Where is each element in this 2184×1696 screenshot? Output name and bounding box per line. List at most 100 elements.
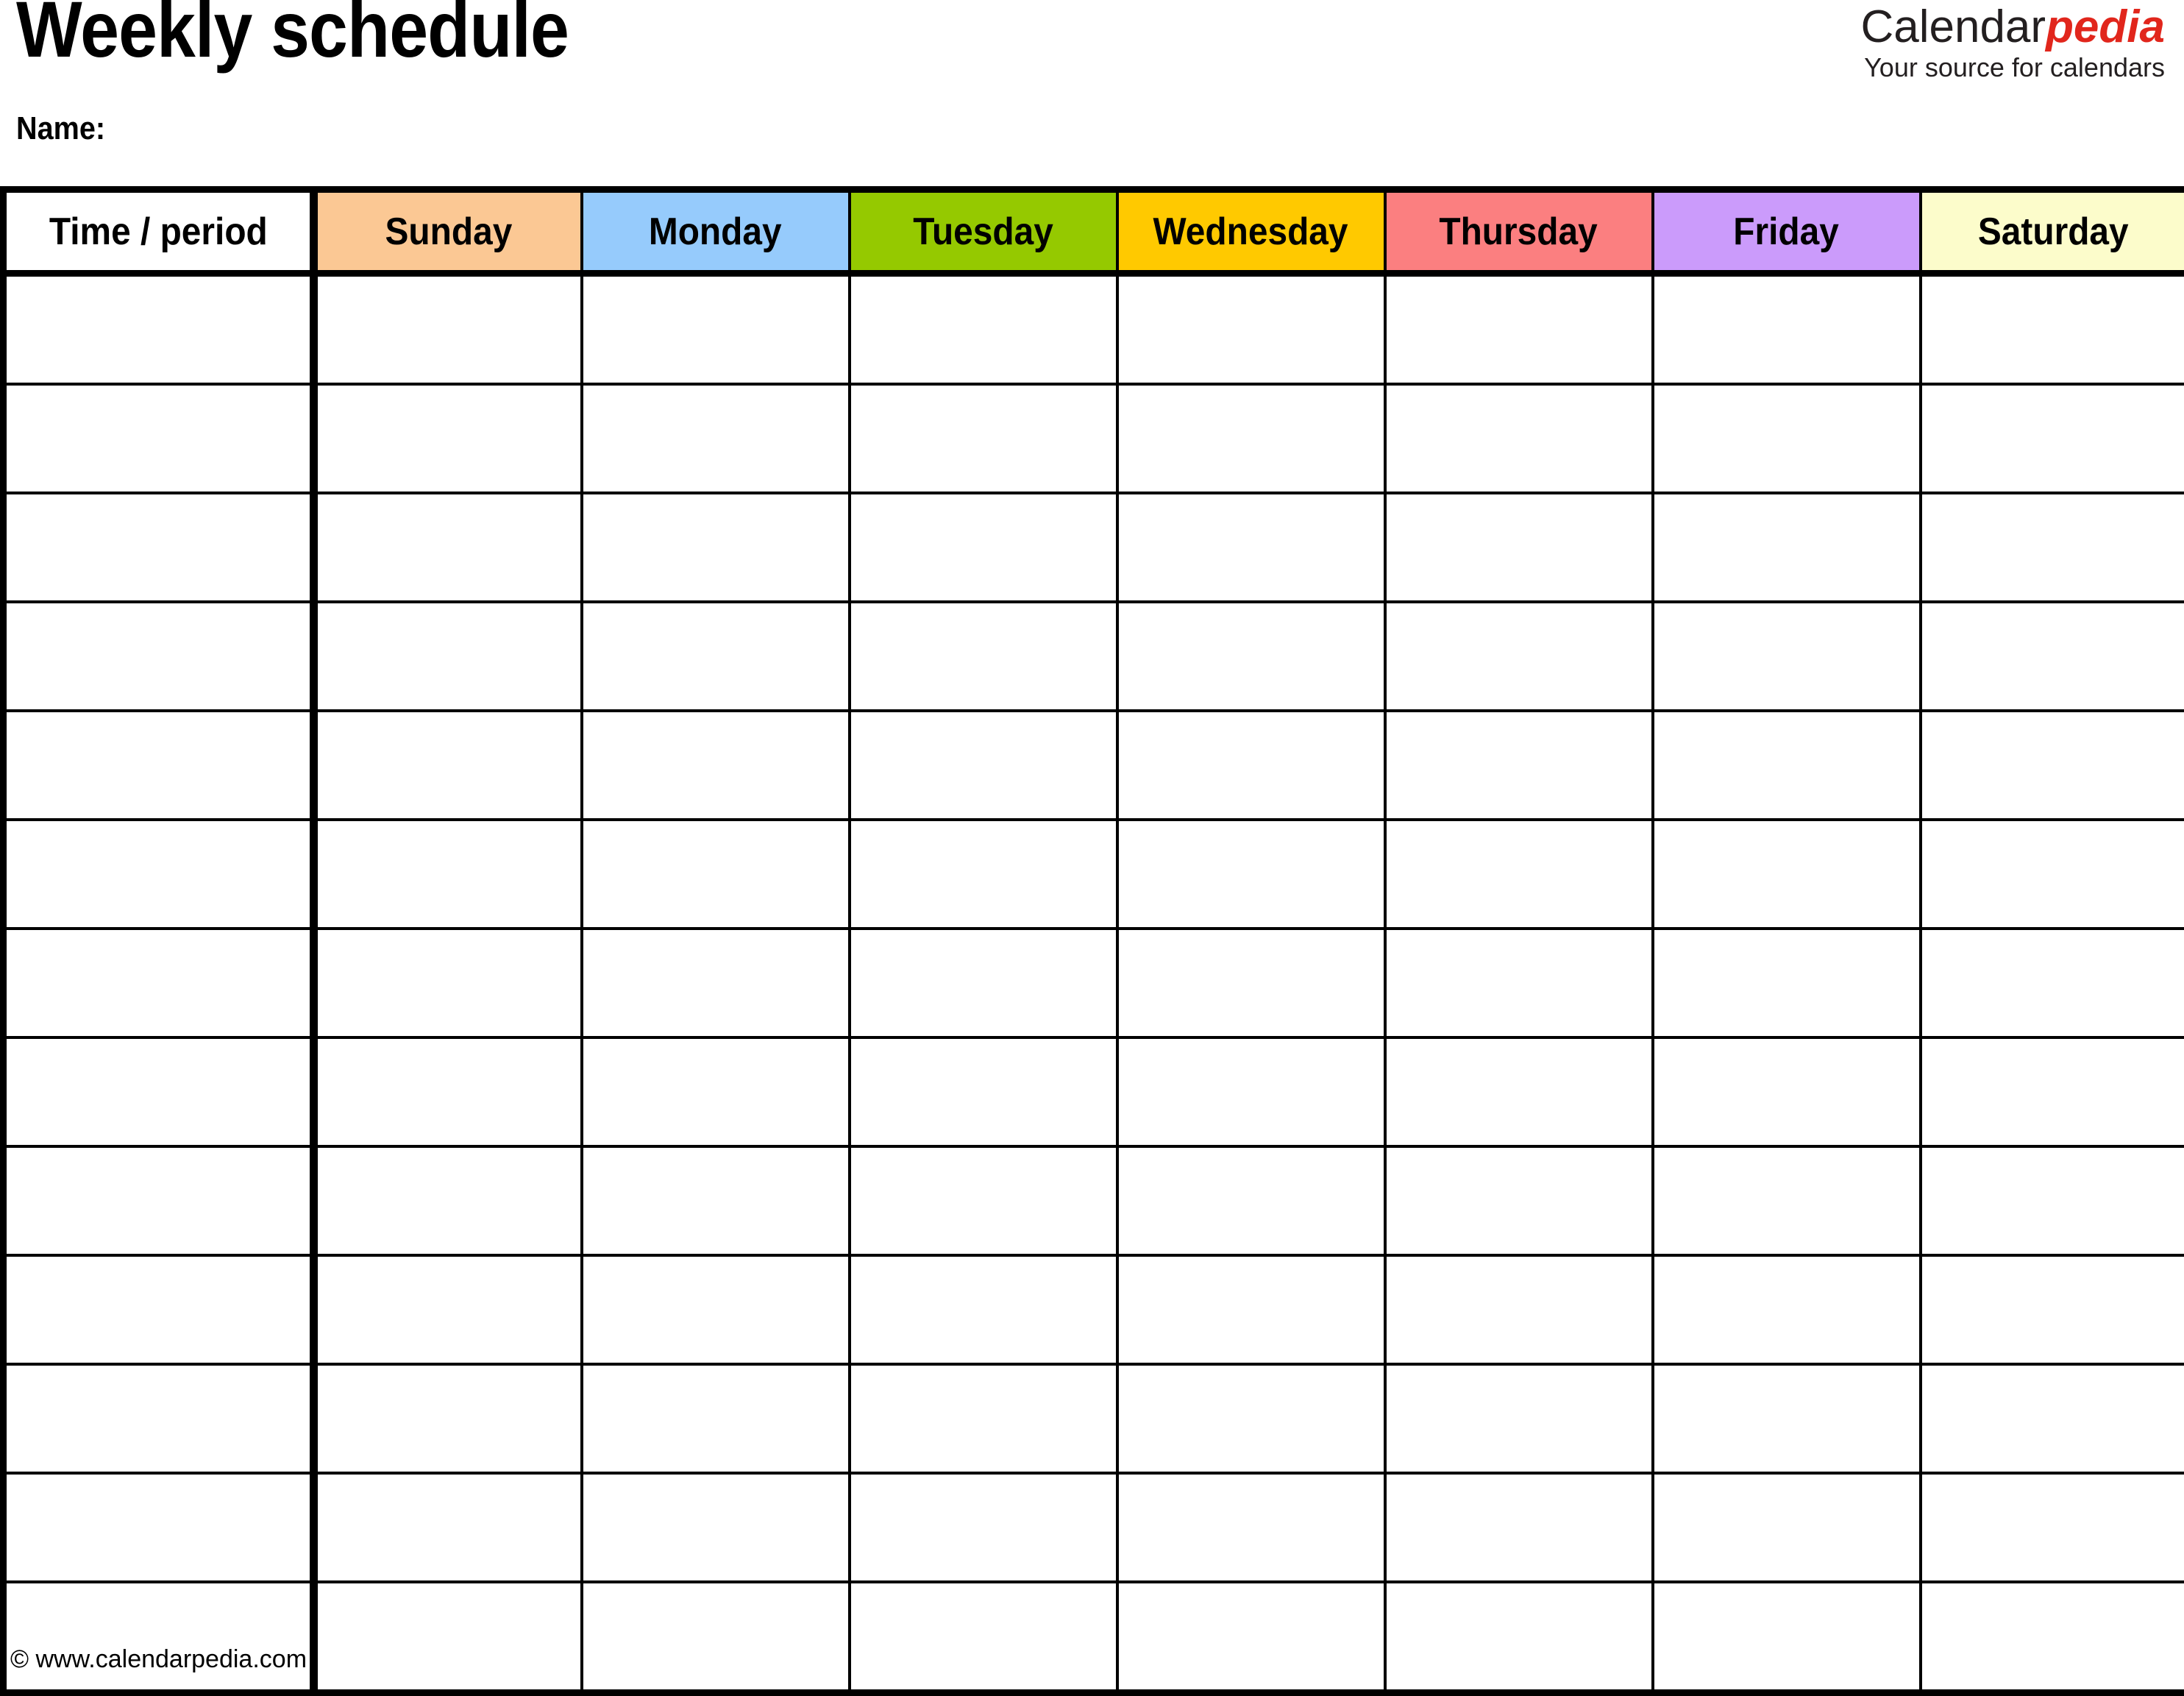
cell-friday[interactable]	[1653, 602, 1921, 711]
cell-time-period[interactable]	[4, 274, 314, 385]
cell-friday[interactable]	[1653, 493, 1921, 602]
cell-friday[interactable]	[1653, 820, 1921, 929]
cell-thursday[interactable]	[1385, 1146, 1653, 1255]
cell-tuesday[interactable]	[850, 1582, 1117, 1693]
cell-wednesday[interactable]	[1117, 1582, 1385, 1693]
cell-thursday[interactable]	[1385, 1255, 1653, 1364]
cell-saturday[interactable]	[1921, 820, 2184, 929]
cell-sunday[interactable]	[314, 711, 582, 820]
cell-saturday[interactable]	[1921, 1364, 2184, 1473]
cell-tuesday[interactable]	[850, 1473, 1117, 1582]
cell-friday[interactable]	[1653, 274, 1921, 385]
cell-time-period[interactable]	[4, 711, 314, 820]
cell-monday[interactable]	[582, 711, 850, 820]
cell-thursday[interactable]	[1385, 929, 1653, 1037]
cell-wednesday[interactable]	[1117, 493, 1385, 602]
cell-saturday[interactable]	[1921, 1146, 2184, 1255]
cell-saturday[interactable]	[1921, 711, 2184, 820]
cell-tuesday[interactable]	[850, 384, 1117, 493]
cell-monday[interactable]	[582, 929, 850, 1037]
cell-tuesday[interactable]	[850, 820, 1117, 929]
cell-sunday[interactable]	[314, 384, 582, 493]
cell-time-period[interactable]	[4, 1037, 314, 1146]
cell-wednesday[interactable]	[1117, 929, 1385, 1037]
cell-sunday[interactable]	[314, 820, 582, 929]
cell-monday[interactable]	[582, 1146, 850, 1255]
cell-sunday[interactable]	[314, 1364, 582, 1473]
cell-saturday[interactable]	[1921, 929, 2184, 1037]
cell-thursday[interactable]	[1385, 493, 1653, 602]
cell-monday[interactable]	[582, 602, 850, 711]
cell-time-period[interactable]	[4, 820, 314, 929]
cell-wednesday[interactable]	[1117, 1037, 1385, 1146]
cell-monday[interactable]	[582, 384, 850, 493]
cell-tuesday[interactable]	[850, 1255, 1117, 1364]
cell-saturday[interactable]	[1921, 274, 2184, 385]
cell-sunday[interactable]	[314, 274, 582, 385]
cell-wednesday[interactable]	[1117, 1364, 1385, 1473]
cell-wednesday[interactable]	[1117, 1255, 1385, 1364]
cell-sunday[interactable]	[314, 1473, 582, 1582]
cell-thursday[interactable]	[1385, 820, 1653, 929]
cell-time-period[interactable]	[4, 493, 314, 602]
cell-sunday[interactable]	[314, 602, 582, 711]
cell-time-period[interactable]	[4, 1582, 314, 1693]
cell-sunday[interactable]	[314, 1255, 582, 1364]
cell-sunday[interactable]	[314, 1037, 582, 1146]
cell-tuesday[interactable]	[850, 929, 1117, 1037]
cell-thursday[interactable]	[1385, 274, 1653, 385]
cell-time-period[interactable]	[4, 384, 314, 493]
cell-time-period[interactable]	[4, 929, 314, 1037]
cell-friday[interactable]	[1653, 1364, 1921, 1473]
cell-tuesday[interactable]	[850, 1146, 1117, 1255]
cell-saturday[interactable]	[1921, 1037, 2184, 1146]
cell-saturday[interactable]	[1921, 1255, 2184, 1364]
cell-monday[interactable]	[582, 1582, 850, 1693]
cell-thursday[interactable]	[1385, 1473, 1653, 1582]
cell-saturday[interactable]	[1921, 1582, 2184, 1693]
cell-monday[interactable]	[582, 820, 850, 929]
cell-time-period[interactable]	[4, 1473, 314, 1582]
cell-wednesday[interactable]	[1117, 820, 1385, 929]
cell-time-period[interactable]	[4, 1255, 314, 1364]
cell-sunday[interactable]	[314, 929, 582, 1037]
cell-saturday[interactable]	[1921, 493, 2184, 602]
cell-friday[interactable]	[1653, 384, 1921, 493]
cell-sunday[interactable]	[314, 1146, 582, 1255]
cell-sunday[interactable]	[314, 493, 582, 602]
cell-thursday[interactable]	[1385, 1037, 1653, 1146]
cell-tuesday[interactable]	[850, 274, 1117, 385]
cell-tuesday[interactable]	[850, 1364, 1117, 1473]
cell-thursday[interactable]	[1385, 602, 1653, 711]
cell-saturday[interactable]	[1921, 602, 2184, 711]
cell-thursday[interactable]	[1385, 1582, 1653, 1693]
cell-monday[interactable]	[582, 1037, 850, 1146]
cell-thursday[interactable]	[1385, 384, 1653, 493]
cell-monday[interactable]	[582, 1364, 850, 1473]
cell-monday[interactable]	[582, 493, 850, 602]
cell-wednesday[interactable]	[1117, 711, 1385, 820]
cell-tuesday[interactable]	[850, 711, 1117, 820]
cell-friday[interactable]	[1653, 1582, 1921, 1693]
cell-monday[interactable]	[582, 1255, 850, 1364]
cell-friday[interactable]	[1653, 1473, 1921, 1582]
cell-friday[interactable]	[1653, 1255, 1921, 1364]
cell-wednesday[interactable]	[1117, 1146, 1385, 1255]
cell-friday[interactable]	[1653, 1146, 1921, 1255]
cell-monday[interactable]	[582, 1473, 850, 1582]
cell-friday[interactable]	[1653, 929, 1921, 1037]
cell-tuesday[interactable]	[850, 493, 1117, 602]
cell-wednesday[interactable]	[1117, 384, 1385, 493]
cell-friday[interactable]	[1653, 711, 1921, 820]
cell-wednesday[interactable]	[1117, 602, 1385, 711]
cell-thursday[interactable]	[1385, 1364, 1653, 1473]
cell-saturday[interactable]	[1921, 1473, 2184, 1582]
cell-tuesday[interactable]	[850, 1037, 1117, 1146]
cell-wednesday[interactable]	[1117, 274, 1385, 385]
cell-time-period[interactable]	[4, 602, 314, 711]
cell-tuesday[interactable]	[850, 602, 1117, 711]
cell-sunday[interactable]	[314, 1582, 582, 1693]
cell-monday[interactable]	[582, 274, 850, 385]
cell-time-period[interactable]	[4, 1146, 314, 1255]
cell-wednesday[interactable]	[1117, 1473, 1385, 1582]
